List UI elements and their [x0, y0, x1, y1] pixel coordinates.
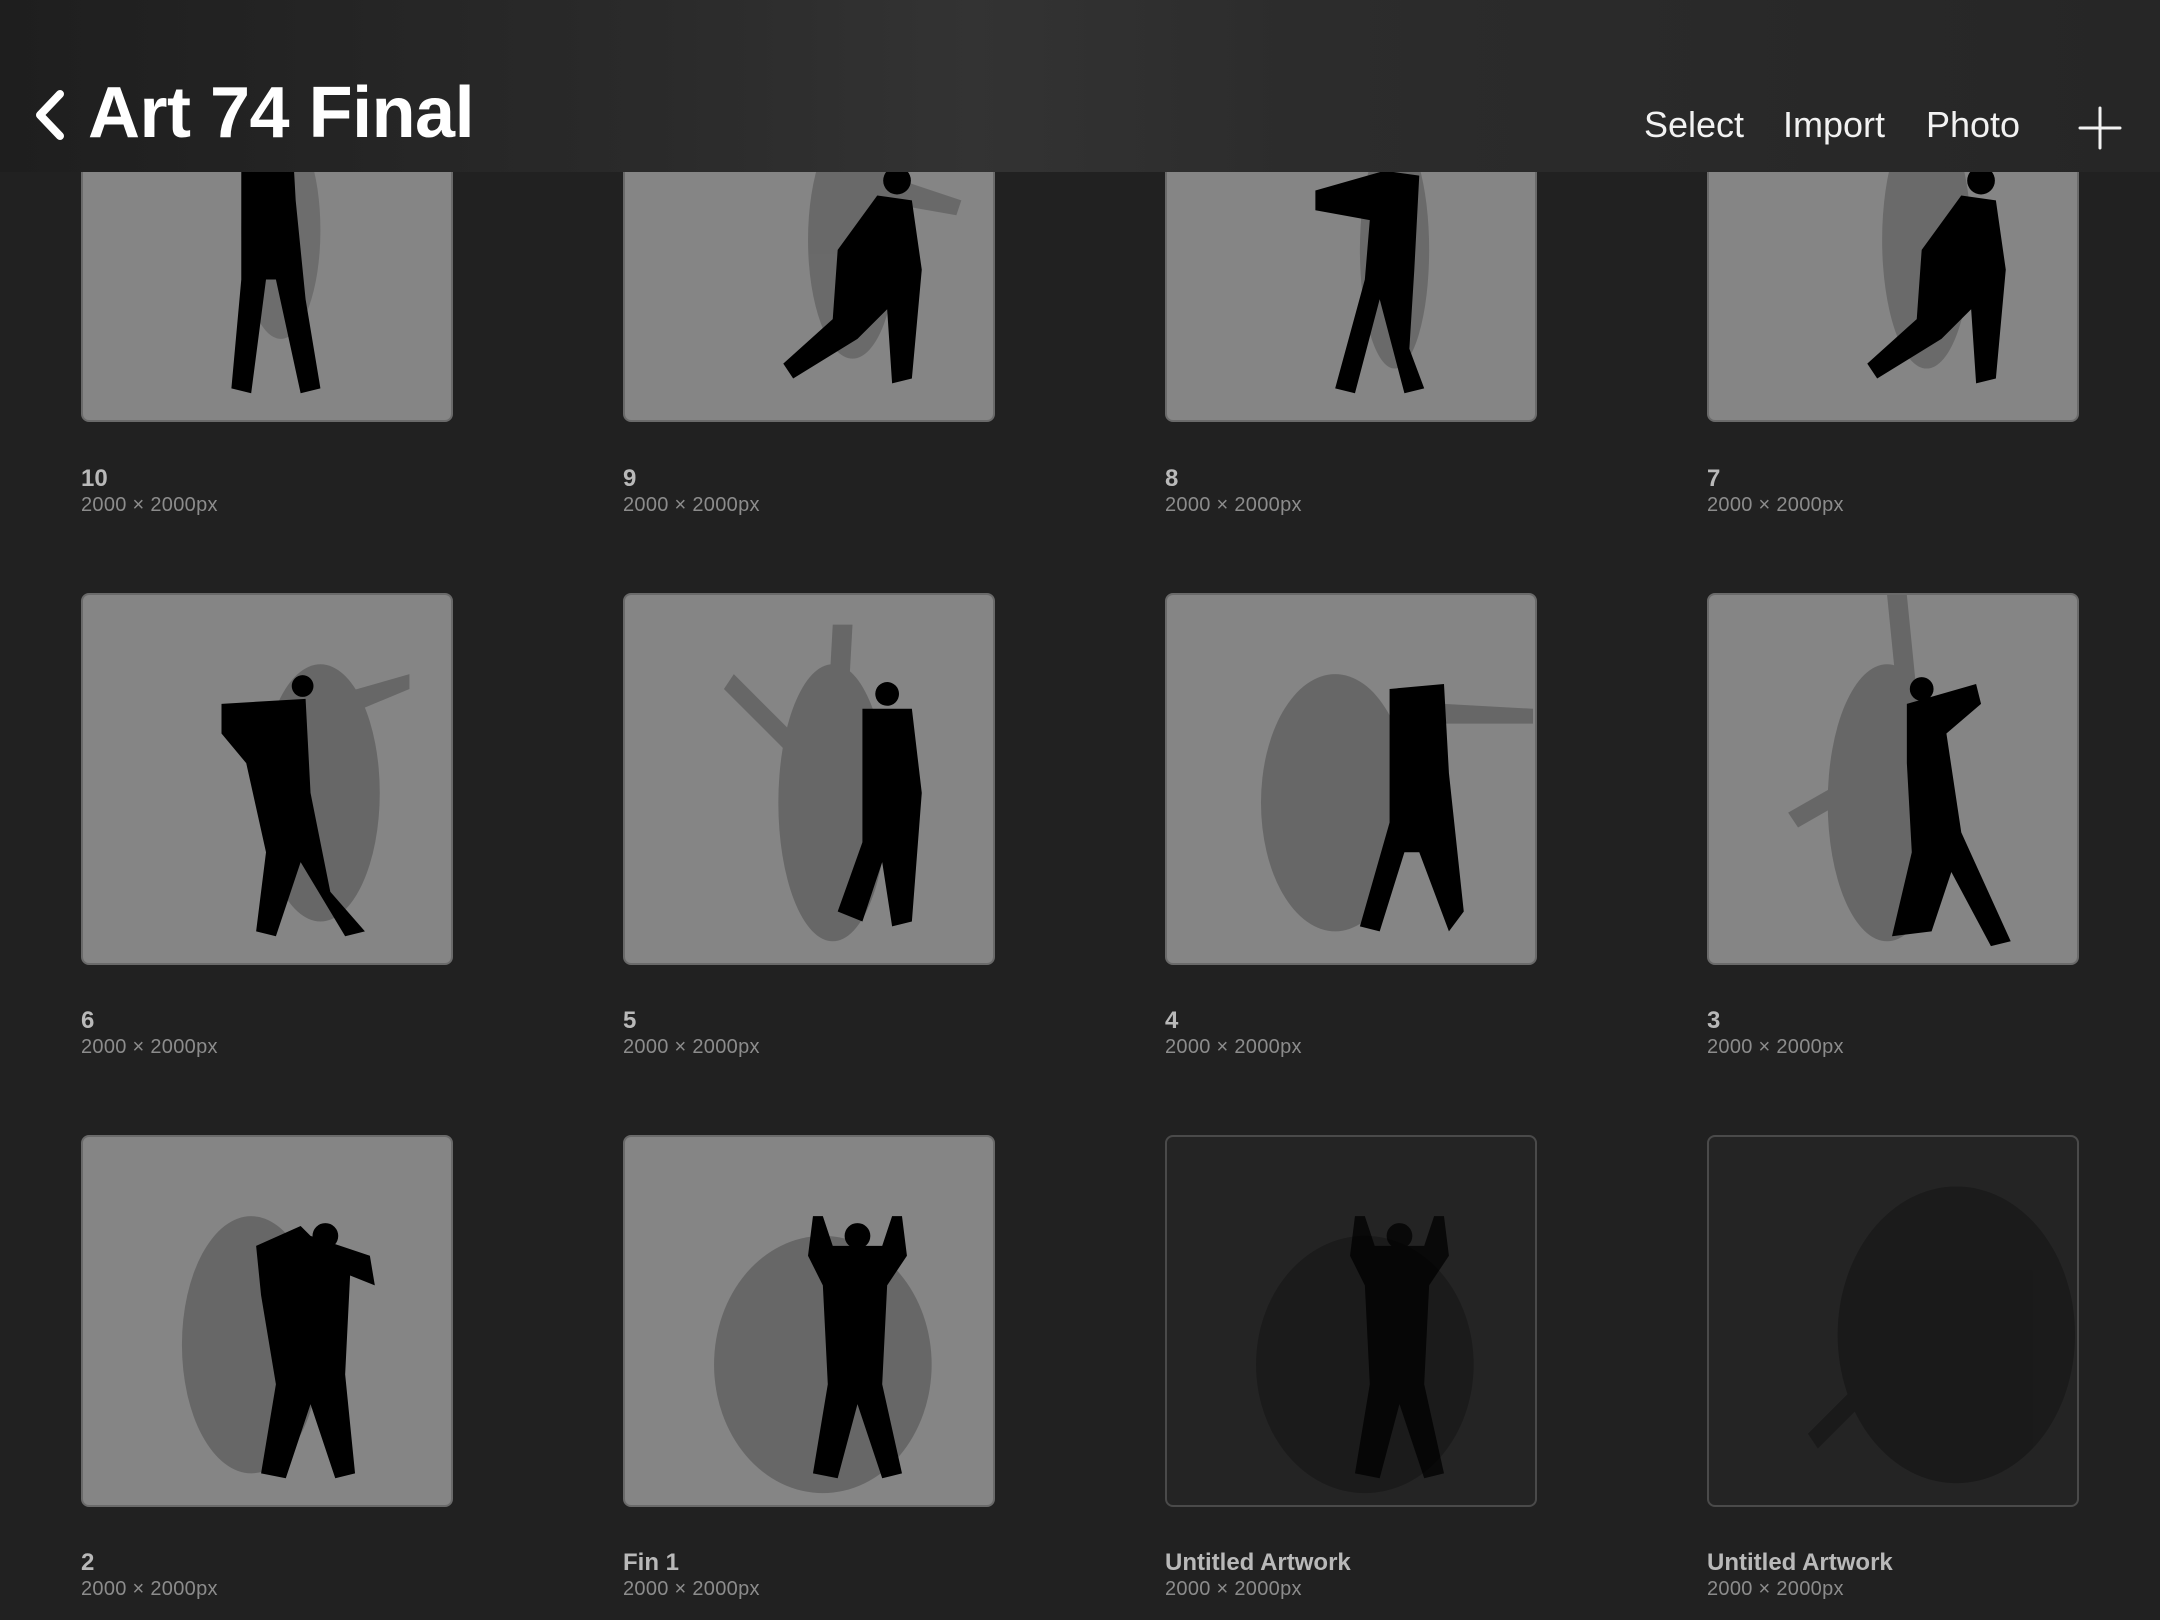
artwork-name: Fin 1 — [623, 1549, 680, 1576]
artwork-dimensions: 2000 × 2000px — [623, 1036, 760, 1058]
artwork-thumbnail[interactable] — [81, 1135, 453, 1507]
artwork-name: 10 — [81, 465, 108, 492]
artwork-name: 8 — [1165, 465, 1179, 492]
artwork-dimensions: 2000 × 2000px — [623, 1578, 760, 1600]
artwork-name: 3 — [1707, 1007, 1721, 1034]
import-button[interactable]: Import — [1783, 104, 1885, 146]
artwork-dimensions: 2000 × 2000px — [81, 1036, 218, 1058]
artwork-thumbnail[interactable] — [1165, 1135, 1537, 1507]
artwork-dimensions: 2000 × 2000px — [623, 494, 760, 516]
artwork-dimensions: 2000 × 2000px — [1165, 1036, 1302, 1058]
add-artwork-button[interactable] — [2078, 106, 2122, 150]
photo-button[interactable]: Photo — [1926, 104, 2020, 146]
select-button[interactable]: Select — [1644, 104, 1744, 146]
artwork-dimensions: 2000 × 2000px — [81, 1578, 218, 1600]
artwork-thumbnail[interactable] — [81, 593, 453, 965]
artwork-name: 9 — [623, 465, 637, 492]
artwork-name: 6 — [81, 1007, 95, 1034]
top-bar: Art 74 Final Select Import Photo — [0, 0, 2160, 172]
artwork-dimensions: 2000 × 2000px — [1707, 1036, 1844, 1058]
artwork-name: Untitled Artwork — [1707, 1549, 1893, 1576]
artwork-name: Untitled Artwork — [1165, 1549, 1351, 1576]
artwork-thumbnail[interactable] — [1707, 1135, 2079, 1507]
artwork-dimensions: 2000 × 2000px — [1707, 494, 1844, 516]
artwork-dimensions: 2000 × 2000px — [1165, 1578, 1302, 1600]
artwork-dimensions: 2000 × 2000px — [81, 494, 218, 516]
artwork-thumbnail[interactable] — [1165, 593, 1537, 965]
plus-icon — [2078, 106, 2122, 150]
artwork-thumbnail[interactable] — [1707, 593, 2079, 965]
artwork-name: 7 — [1707, 465, 1721, 492]
artwork-dimensions: 2000 × 2000px — [1707, 1578, 1844, 1600]
artwork-name: 5 — [623, 1007, 637, 1034]
back-button[interactable] — [28, 78, 88, 158]
artwork-grid: 10 2000 × 2000px 9 2000 × 2000px 8 2000 … — [0, 0, 2160, 1620]
artwork-dimensions: 2000 × 2000px — [1165, 494, 1302, 516]
artwork-name: 4 — [1165, 1007, 1179, 1034]
artwork-thumbnail[interactable] — [623, 593, 995, 965]
chevron-left-icon — [36, 90, 64, 140]
artwork-name: 2 — [81, 1549, 95, 1576]
artwork-thumbnail[interactable] — [623, 1135, 995, 1507]
page-title: Art 74 Final — [88, 73, 475, 153]
